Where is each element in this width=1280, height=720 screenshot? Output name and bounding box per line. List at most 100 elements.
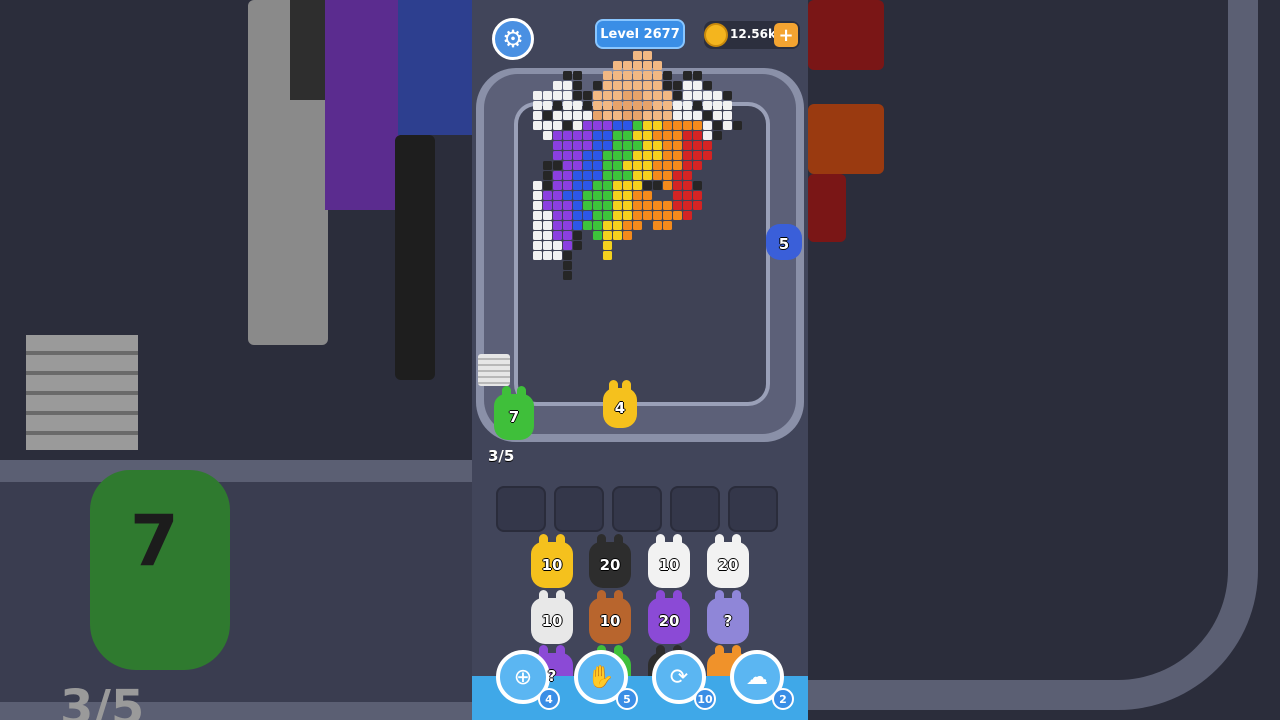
- pixel-cell: [583, 101, 592, 110]
- pixel-cell: [593, 171, 602, 180]
- queue-bunny[interactable]: 20: [589, 534, 631, 588]
- pixel-cell: [653, 171, 662, 180]
- shuffle-icon: ⟳: [669, 664, 689, 690]
- pixel-cell: [663, 171, 672, 180]
- pixel-cell: [573, 221, 582, 230]
- conveyor-stack: [478, 354, 510, 386]
- pixel-cell: [603, 181, 612, 190]
- pixel-cell: [713, 91, 722, 100]
- pixel-cell: [613, 101, 622, 110]
- pixel-cell: [613, 71, 622, 80]
- queue-bunny[interactable]: ?: [707, 590, 749, 644]
- pixel-cell: [623, 181, 632, 190]
- pixel-cell: [653, 131, 662, 140]
- pixel-cell: [643, 91, 652, 100]
- pixel-cell: [603, 171, 612, 180]
- pixel-cell: [543, 221, 552, 230]
- pixel-cell: [583, 111, 592, 120]
- pixel-cell: [613, 131, 622, 140]
- bunny-clear-icon: ☁: [746, 664, 768, 690]
- conveyor-bunny-green[interactable]: 7: [494, 386, 534, 440]
- pixel-cell: [573, 151, 582, 160]
- pixel-cell: [573, 81, 582, 90]
- pixel-cell: [593, 111, 602, 120]
- pixel-cell: [653, 101, 662, 110]
- pixel-cell: [693, 111, 702, 120]
- pixel-cell: [613, 141, 622, 150]
- pixel-cell: [563, 201, 572, 210]
- pixel-cell: [603, 101, 612, 110]
- pixel-cell: [623, 221, 632, 230]
- pixel-cell: [603, 111, 612, 120]
- queue-bunny[interactable]: 20: [707, 534, 749, 588]
- pixel-cell: [633, 181, 642, 190]
- pixel-cell: [563, 261, 572, 270]
- pixel-cell: [613, 171, 622, 180]
- pixel-cell: [623, 81, 632, 90]
- pixel-cell: [663, 131, 672, 140]
- holding-slot[interactable]: [670, 486, 720, 532]
- pixel-cell: [633, 101, 642, 110]
- queue-bunny[interactable]: 10: [531, 534, 573, 588]
- pixel-cell: [533, 241, 542, 250]
- pixel-cell: [703, 111, 712, 120]
- pixel-cell: [623, 71, 632, 80]
- pixel-cell: [703, 141, 712, 150]
- conveyor-bunny-blue[interactable]: 5: [766, 220, 802, 260]
- add-coins-button[interactable]: +: [774, 23, 798, 47]
- queue-bunny[interactable]: 10: [589, 590, 631, 644]
- pixel-cell: [553, 231, 562, 240]
- pixel-cell: [623, 231, 632, 240]
- pixel-cell: [593, 191, 602, 200]
- pixel-cell: [553, 201, 562, 210]
- queue-bunny[interactable]: 10: [648, 534, 690, 588]
- level-label: Level 2677: [600, 26, 680, 42]
- pixel-cell: [563, 271, 572, 280]
- pixel-cell: [553, 171, 562, 180]
- pixel-cell: [573, 141, 582, 150]
- pixel-cell: [673, 141, 682, 150]
- holding-slot[interactable]: [554, 486, 604, 532]
- pixel-cell: [633, 51, 642, 60]
- pixel-cell: [723, 91, 732, 100]
- pixel-cell: [573, 91, 582, 100]
- settings-button[interactable]: ⚙: [492, 18, 534, 60]
- pixel-cell: [673, 171, 682, 180]
- pixel-cell: [643, 201, 652, 210]
- pixel-cell: [683, 191, 692, 200]
- bg-green-bunny: 7: [90, 470, 230, 670]
- pixel-cell: [683, 131, 692, 140]
- pixel-cell: [583, 141, 592, 150]
- pixel-cell: [563, 241, 572, 250]
- holding-slot[interactable]: [612, 486, 662, 532]
- pixel-cell: [553, 81, 562, 90]
- pixel-cell: [533, 111, 542, 120]
- pixel-cell: [563, 141, 572, 150]
- pixel-cell: [533, 201, 542, 210]
- pixel-cell: [543, 191, 552, 200]
- pixel-cell: [623, 61, 632, 70]
- conveyor-bunny-yellow[interactable]: 4: [603, 380, 637, 428]
- pixel-cell: [563, 181, 572, 190]
- pixel-cell: [633, 61, 642, 70]
- game-screen: ⚙ Level 2677 12.56k + 7 4 5 3/5 10 20 10…: [472, 0, 808, 720]
- pixel-cell: [553, 181, 562, 190]
- pixel-cell: [583, 151, 592, 160]
- pixel-cell: [623, 111, 632, 120]
- holding-slot[interactable]: [496, 486, 546, 532]
- holding-slot[interactable]: [728, 486, 778, 532]
- pixel-cell: [663, 151, 672, 160]
- pixel-cell: [543, 111, 552, 120]
- pixel-cell: [553, 111, 562, 120]
- pixel-cell: [533, 101, 542, 110]
- bg-black-column: [290, 0, 328, 100]
- bg-dark-column: [395, 135, 435, 380]
- queue-bunny[interactable]: 20: [648, 590, 690, 644]
- pixel-cell: [573, 71, 582, 80]
- pixel-cell: [613, 61, 622, 70]
- pixel-cell: [673, 181, 682, 190]
- booster-count: 2: [772, 688, 794, 710]
- queue-bunny[interactable]: 10: [531, 590, 573, 644]
- pixel-cell: [593, 121, 602, 130]
- pixel-cell: [693, 131, 702, 140]
